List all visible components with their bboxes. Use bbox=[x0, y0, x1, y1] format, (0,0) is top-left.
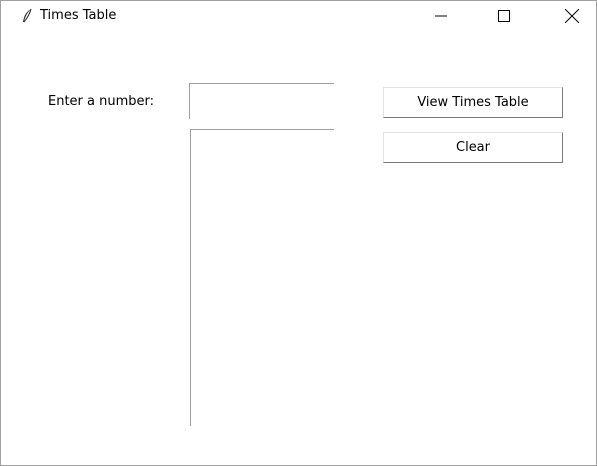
window-title: Times Table bbox=[40, 8, 117, 23]
minimize-button[interactable] bbox=[418, 1, 464, 31]
view-times-table-button[interactable]: View Times Table bbox=[383, 87, 563, 118]
maximize-icon bbox=[498, 10, 510, 22]
minimize-icon bbox=[435, 15, 447, 17]
number-label: Enter a number: bbox=[48, 94, 155, 109]
app-window: Times Table Enter a number: View Times T… bbox=[0, 0, 597, 466]
title-bar[interactable]: Times Table bbox=[1, 1, 596, 31]
close-button[interactable] bbox=[549, 1, 595, 31]
feather-icon bbox=[19, 8, 35, 24]
number-input[interactable] bbox=[189, 83, 334, 119]
times-table-output[interactable] bbox=[190, 129, 334, 426]
close-icon bbox=[565, 9, 579, 23]
clear-button[interactable]: Clear bbox=[383, 132, 563, 163]
maximize-button[interactable] bbox=[481, 1, 527, 31]
